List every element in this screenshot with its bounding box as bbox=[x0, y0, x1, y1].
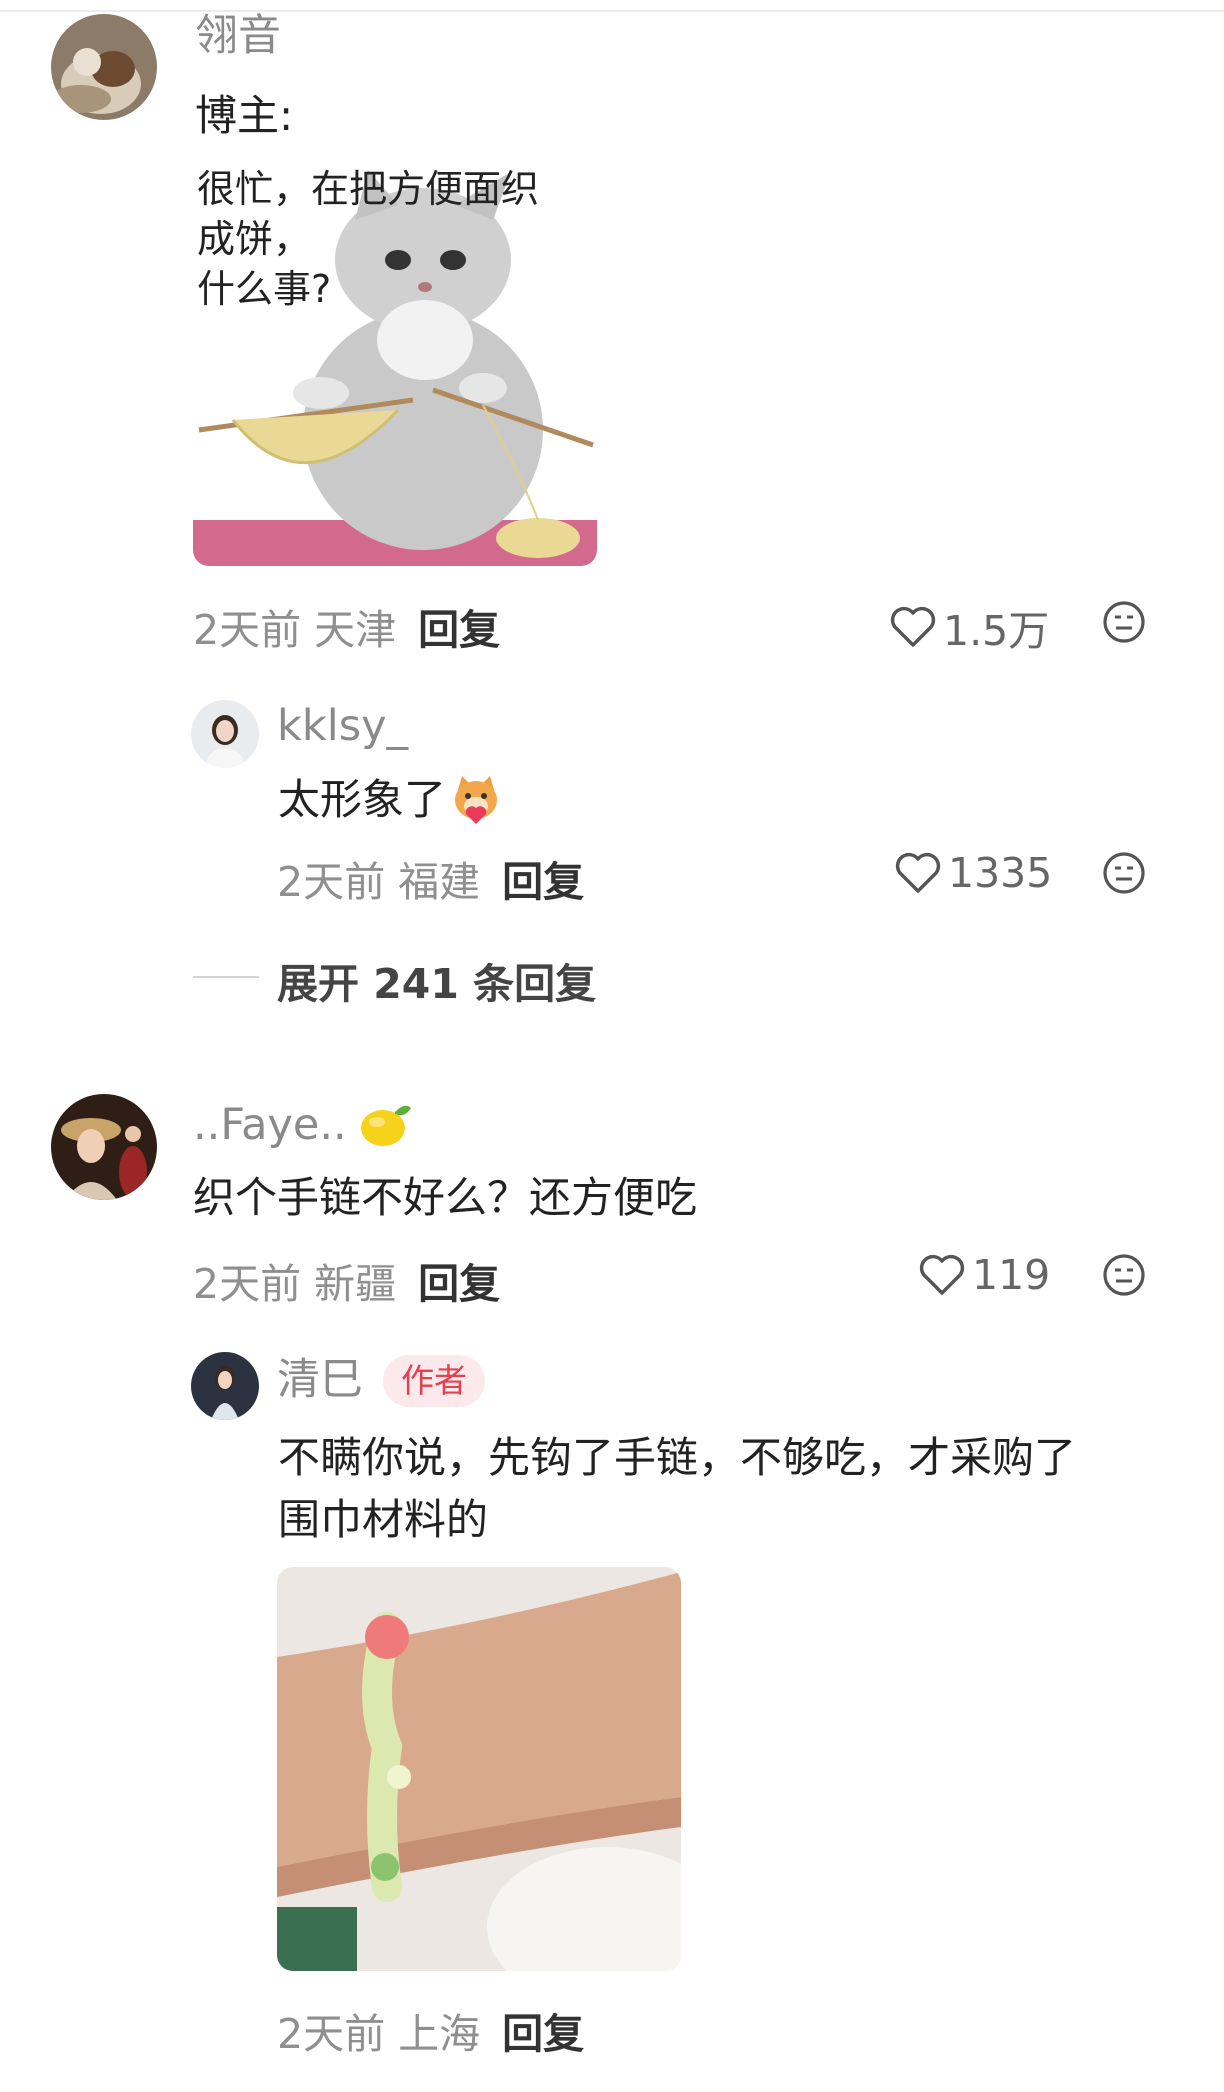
author-badge: 作者 bbox=[383, 1355, 485, 1407]
heart-outline-icon bbox=[919, 1254, 965, 1295]
like-count: 119 bbox=[972, 1251, 1051, 1299]
lemon-emoji bbox=[360, 1105, 411, 1146]
username-text: ..Faye.. bbox=[193, 1099, 347, 1150]
timestamp-location: 2天前 上海 bbox=[277, 2010, 481, 2058]
face-neutral-icon[interactable] bbox=[1102, 1253, 1146, 1297]
like-button[interactable]: 1.5万 bbox=[889, 597, 1049, 657]
timestamp-location: 2天前 福建 bbox=[277, 858, 481, 906]
face-neutral-icon[interactable] bbox=[1102, 851, 1146, 895]
heart-outline-icon bbox=[890, 606, 936, 647]
sticker-image[interactable]: 很忙，在把方便面织 成饼， 什么事? bbox=[193, 150, 597, 566]
reply-image[interactable] bbox=[277, 1567, 681, 1971]
top-divider bbox=[0, 10, 1224, 12]
comment-text: 博主: bbox=[195, 91, 294, 140]
avatar[interactable] bbox=[51, 1094, 157, 1200]
like-count: 1.5万 bbox=[943, 607, 1050, 655]
like-button[interactable]: 1335 bbox=[894, 849, 1052, 897]
reply-username[interactable]: 清巳 bbox=[277, 1359, 363, 1402]
reply-button[interactable]: 回复 bbox=[418, 1260, 500, 1308]
comment-meta: 2天前 天津 回复 bbox=[193, 596, 500, 656]
sticker-text-line: 什么事? bbox=[197, 267, 332, 311]
reply-text-line: 围巾材料的 bbox=[278, 1495, 489, 1544]
avatar[interactable] bbox=[191, 1352, 259, 1420]
face-neutral-icon[interactable] bbox=[1102, 600, 1146, 644]
heart-outline-icon bbox=[895, 852, 941, 893]
reply-text: 太形象了 bbox=[278, 770, 502, 830]
cat-heart-emoji bbox=[455, 775, 498, 824]
avatar[interactable] bbox=[51, 14, 157, 120]
avatar[interactable] bbox=[191, 700, 259, 768]
reply-header: 清巳 作者 bbox=[277, 1355, 485, 1407]
comment-username[interactable]: 翎音 bbox=[195, 15, 281, 58]
reply-button[interactable]: 回复 bbox=[502, 858, 584, 906]
like-count: 1335 bbox=[948, 849, 1053, 897]
expand-replies-button[interactable]: 展开 241 条回复 bbox=[277, 950, 596, 1010]
like-button[interactable]: 119 bbox=[918, 1251, 1050, 1299]
timestamp-location: 2天前 新疆 bbox=[193, 1260, 397, 1308]
reply-button[interactable]: 回复 bbox=[502, 2010, 584, 2058]
reply-meta: 2天前 福建 回复 bbox=[277, 848, 584, 908]
comment-text: 织个手链不好么？还方便吃 bbox=[193, 1173, 698, 1222]
comment-meta: 2天前 新疆 回复 bbox=[193, 1250, 500, 1310]
sticker-text-line: 很忙，在把方便面织 bbox=[197, 167, 540, 211]
reply-text-content: 太形象了 bbox=[278, 775, 447, 824]
reply-username[interactable]: kklsy_ bbox=[277, 705, 408, 748]
comment-username[interactable]: ..Faye.. bbox=[193, 1098, 413, 1152]
reply-text-line: 不瞒你说，先钩了手链，不够吃，才采购了 bbox=[278, 1433, 1077, 1482]
reply-meta: 2天前 上海 回复 bbox=[277, 2000, 584, 2060]
expand-divider bbox=[193, 976, 259, 978]
sticker-text-line: 成饼， bbox=[197, 217, 312, 261]
timestamp-location: 2天前 天津 bbox=[193, 606, 397, 654]
reply-button[interactable]: 回复 bbox=[418, 606, 500, 654]
